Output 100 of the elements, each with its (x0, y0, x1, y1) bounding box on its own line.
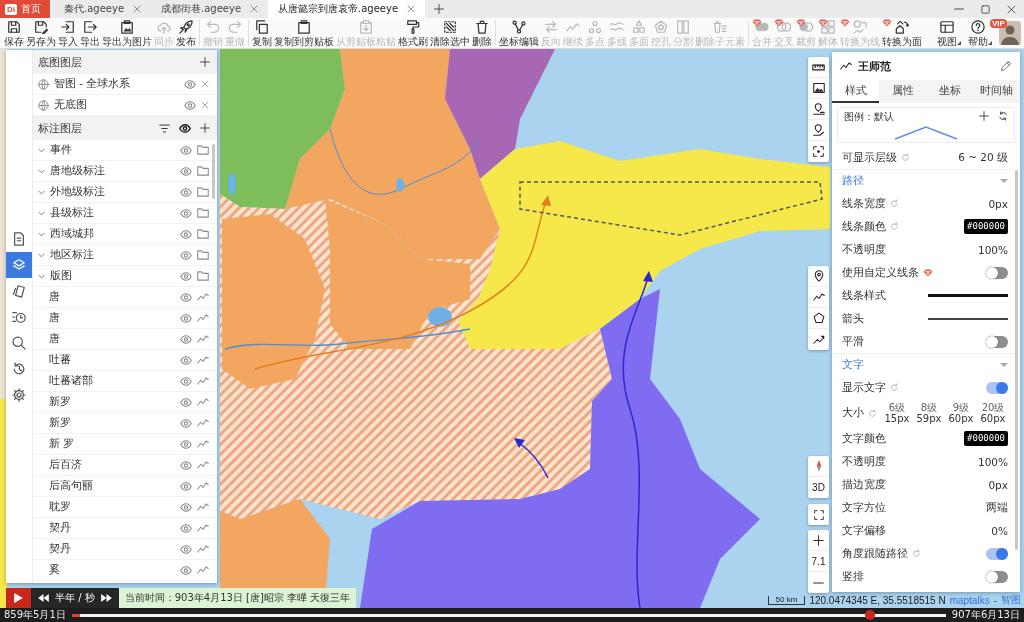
layer-row[interactable]: 新 罗 (33, 434, 217, 455)
pencil-icon[interactable] (1000, 60, 1012, 72)
reset-icon[interactable] (868, 408, 877, 418)
save-button[interactable]: 保存 (4, 18, 24, 48)
export-button[interactable]: 导出 (80, 18, 100, 48)
layer-row[interactable]: 后高句丽 (33, 476, 217, 497)
layer-row[interactable]: 唐 (33, 308, 217, 329)
inspector-tab[interactable]: 样式 (832, 80, 879, 103)
scrollbar-thumb[interactable] (1015, 170, 1018, 550)
field-label: 不透明度 (842, 242, 886, 257)
layer-row[interactable]: 唐 (33, 287, 217, 308)
layer-row[interactable]: 地区标注 (33, 245, 217, 266)
close-icon[interactable] (407, 5, 416, 13)
delete-button[interactable]: 删除 (472, 18, 492, 48)
field-label: 平滑 (842, 334, 864, 349)
scrollbar-thumb[interactable] (212, 144, 215, 199)
toggle-switch[interactable] (986, 381, 1008, 394)
reset-icon[interactable] (901, 153, 910, 162)
base-layer-row[interactable]: 智图 - 全球水系 (33, 74, 217, 95)
import-button[interactable]: 导入 (58, 18, 78, 48)
reset-icon[interactable] (890, 222, 899, 231)
section-heading[interactable]: 路径 (842, 174, 864, 188)
chevron-down-icon[interactable] (38, 168, 45, 174)
chevron-down-icon[interactable] (38, 147, 45, 153)
document-tab[interactable]: 从唐懿宗到唐哀帝.ageeye (268, 0, 426, 18)
reset-icon[interactable] (912, 549, 921, 558)
close-icon[interactable] (133, 5, 142, 13)
export-image-button[interactable]: 导出为图片 (102, 18, 152, 48)
section-heading[interactable]: 文字 (842, 358, 864, 372)
view-button[interactable]: 视图 (937, 18, 961, 48)
inspector-tab[interactable]: 坐标 (926, 80, 973, 103)
close-icon[interactable] (201, 101, 209, 109)
zoom-level: 7.1 (811, 555, 826, 567)
feature-title: 王师范 (858, 58, 892, 74)
layer-row[interactable]: 版图 (33, 266, 217, 287)
chevron-down-icon[interactable] (38, 273, 45, 279)
vip-badge: VIP (990, 19, 1007, 28)
compass-icon[interactable] (815, 460, 822, 472)
eye-icon[interactable] (179, 123, 191, 133)
folder-icon (197, 229, 209, 239)
refresh-icon[interactable] (998, 111, 1008, 121)
minus-icon (813, 581, 824, 584)
inspector-tab[interactable]: 时间轴 (973, 80, 1020, 103)
layer-row[interactable]: 契丹 (33, 539, 217, 560)
save-as-button[interactable]: 另存为 (26, 18, 56, 48)
toggle-switch[interactable] (986, 335, 1008, 348)
layer-row[interactable]: 县级标注 (33, 203, 217, 224)
chevron-down-icon[interactable] (38, 189, 45, 195)
close-icon[interactable] (250, 5, 259, 13)
layer-row[interactable]: 新罗 (33, 392, 217, 413)
layer-row[interactable]: 后百济 (33, 455, 217, 476)
fast-forward-icon[interactable] (100, 594, 112, 602)
caret-down-icon[interactable] (1000, 179, 1008, 183)
clear-selection-button[interactable]: 清除选中 (430, 18, 470, 48)
filter-icon[interactable] (159, 123, 170, 133)
plus-icon[interactable] (979, 111, 989, 121)
inspector-tab[interactable]: 属性 (879, 80, 926, 103)
three-circles-icon (588, 19, 602, 34)
color-value[interactable]: #000000 (964, 219, 1008, 234)
app-logo: Di (5, 3, 17, 15)
plus-icon[interactable] (434, 4, 445, 14)
toggle-switch[interactable] (986, 266, 1008, 279)
close-icon[interactable] (201, 80, 209, 88)
polyline-icon (197, 545, 209, 553)
chevron-down-icon[interactable] (38, 210, 45, 216)
copy-button[interactable]: 复制 (252, 18, 272, 48)
four-squares-icon (821, 19, 835, 34)
layer-row[interactable]: 西域城邦 (33, 224, 217, 245)
layer-row[interactable]: 吐蕃诸部 (33, 371, 217, 392)
edit-coordinates-button[interactable]: 坐标编辑 (499, 18, 539, 48)
layer-row[interactable]: 奚 (33, 560, 217, 581)
document-tab[interactable]: 秦代.ageeye (54, 0, 152, 18)
copy-to-clipboard-button[interactable]: 复制到剪贴板 (274, 18, 334, 48)
toggle-switch[interactable] (986, 570, 1008, 583)
color-value[interactable]: #000000 (964, 431, 1008, 446)
document-tab[interactable]: 成都街巷.ageeye (151, 0, 269, 18)
toggle-switch[interactable] (986, 547, 1008, 560)
polyline-icon (197, 356, 209, 364)
reset-icon[interactable] (890, 199, 899, 208)
sidebar-button[interactable] (6, 251, 32, 278)
timeline-thumb[interactable] (864, 610, 875, 620)
plus-icon[interactable] (200, 57, 210, 67)
layer-row[interactable]: 唐 (33, 329, 217, 350)
play-button[interactable] (6, 588, 31, 608)
chevron-down-icon[interactable] (38, 231, 45, 237)
layer-row[interactable]: 耽罗 (33, 497, 217, 518)
rewind-icon[interactable] (38, 594, 49, 602)
layer-row[interactable]: 契丹 (33, 518, 217, 539)
layer-row[interactable]: 吐蕃 (33, 350, 217, 371)
publish-button[interactable]: 发布 (176, 18, 196, 48)
home-tab[interactable]: Di 首页 (0, 0, 50, 18)
format-painter-button[interactable]: 格式刷 (398, 18, 428, 48)
help-button[interactable]: 帮助 (968, 18, 992, 48)
layer-row[interactable]: 新罗 (33, 413, 217, 434)
caret-down-icon[interactable] (1000, 363, 1008, 367)
field-label: 竖排 (842, 569, 864, 584)
reset-icon[interactable] (890, 383, 899, 392)
convert-to-polygon-button[interactable]: 转换为面 (882, 18, 922, 48)
chevron-down-icon[interactable] (38, 252, 45, 258)
plus-icon[interactable] (200, 123, 210, 133)
